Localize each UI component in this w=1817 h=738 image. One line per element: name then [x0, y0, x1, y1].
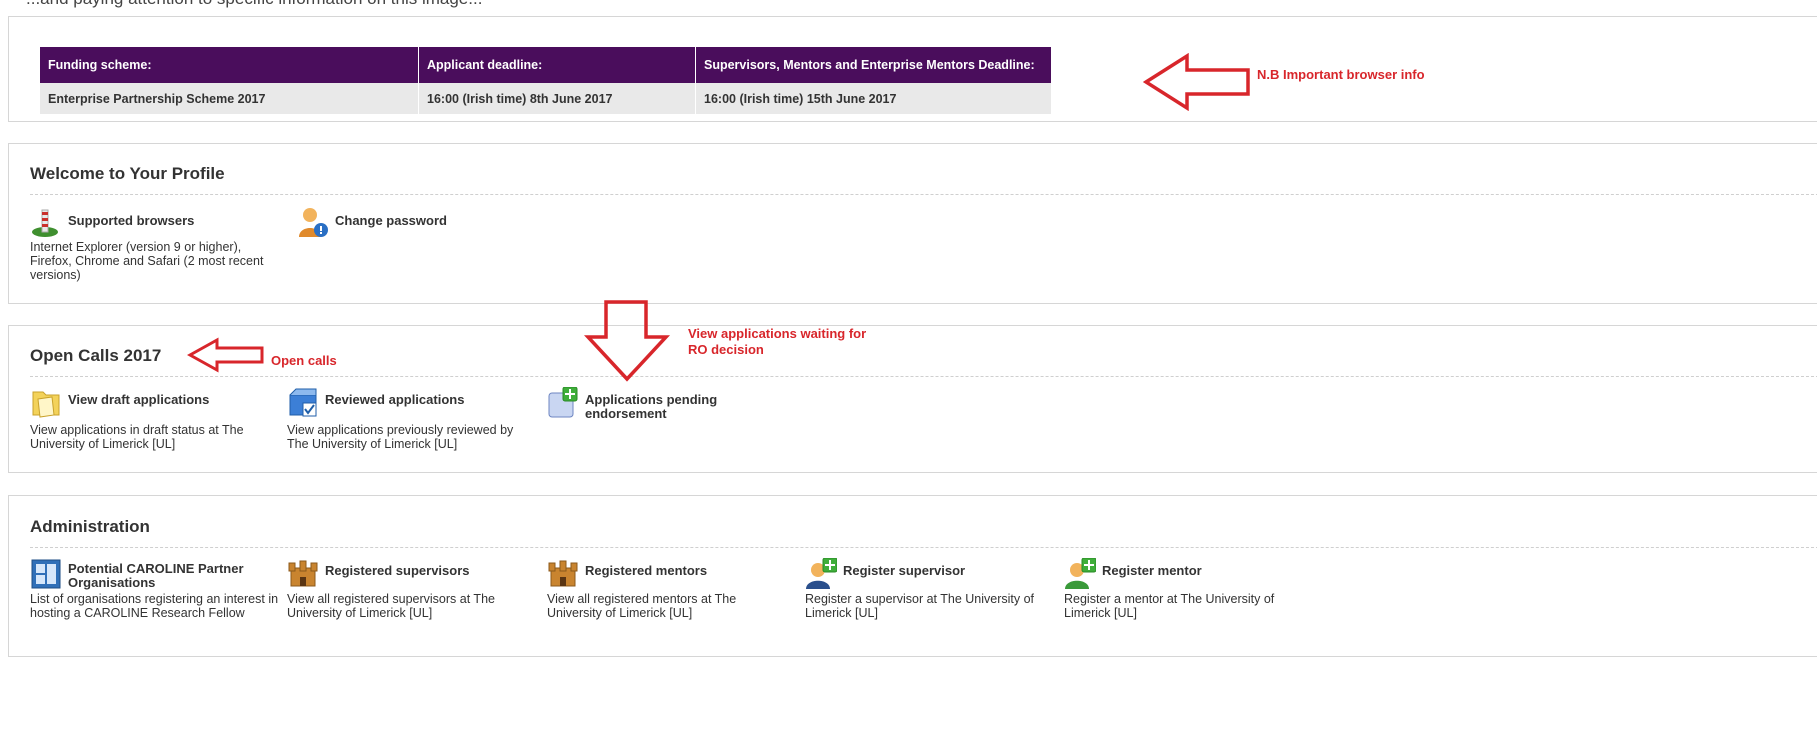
divider: [30, 194, 1817, 195]
cut-off-instruction-text: ...and paying attention to specific info…: [26, 0, 482, 9]
reviewed-applications-item[interactable]: Reviewed applications View applications …: [287, 387, 547, 457]
folder-icon: [32, 391, 60, 418]
institution-icon: [548, 560, 578, 587]
register-mentor-desc: Register a mentor at The University of L…: [1064, 592, 1275, 620]
view-draft-applications-item[interactable]: View draft applications View application…: [30, 387, 270, 457]
view-draft-applications-link[interactable]: View draft applications: [68, 393, 209, 407]
add-supervisor-icon: [806, 558, 837, 589]
funding-table-row: Enterprise Partnership Scheme 2017 16:00…: [40, 83, 1052, 114]
change-password-link[interactable]: Change password: [335, 214, 447, 228]
add-mentor-icon: [1065, 558, 1096, 589]
registered-mentors-item[interactable]: Registered mentors View all registered m…: [547, 558, 787, 638]
profile-title: Welcome to Your Profile: [30, 164, 225, 183]
pending-annotation: View applications waiting for RO decisio…: [688, 326, 867, 357]
supervisor-deadline-cell: 16:00 (Irish time) 15th June 2017: [695, 83, 1052, 114]
user-password-icon: [299, 208, 328, 237]
administration-panel: Administration Potential CAROLINE Partne…: [8, 495, 1817, 657]
funding-scheme-cell: Enterprise Partnership Scheme 2017: [40, 83, 419, 114]
applicant-deadline-header: Applicant deadline:: [418, 47, 696, 83]
supported-browsers-link[interactable]: Supported browsers: [68, 214, 194, 228]
change-password-item[interactable]: Change password: [297, 206, 517, 246]
registered-supervisors-link[interactable]: Registered supervisors: [325, 564, 470, 578]
registered-mentors-desc: View all registered mentors at The Unive…: [547, 592, 737, 620]
reviewed-applications-desc: View applications previously reviewed by…: [287, 423, 514, 451]
register-supervisor-link[interactable]: Register supervisor: [843, 564, 965, 578]
funding-scheme-header: Funding scheme:: [40, 47, 419, 83]
profile-panel: Welcome to Your Profile Supported browse…: [8, 143, 1817, 304]
supported-browsers-desc: Internet Explorer (version 9 or higher),…: [30, 240, 264, 282]
funding-table-header-row: Funding scheme: Applicant deadline: Supe…: [40, 47, 1052, 83]
institution-icon: [288, 560, 318, 587]
open-calls-panel: Open Calls 2017 Open calls View draft ap…: [8, 325, 1817, 473]
registered-mentors-link[interactable]: Registered mentors: [585, 564, 707, 578]
reviewed-box-icon: [289, 388, 317, 417]
add-document-icon: [548, 387, 578, 418]
view-draft-applications-desc: View applications in draft status at The…: [30, 423, 244, 451]
register-supervisor-item[interactable]: Register supervisor Register a superviso…: [805, 558, 1055, 638]
reviewed-applications-link[interactable]: Reviewed applications: [325, 393, 464, 407]
funding-panel: Funding scheme: Applicant deadline: Supe…: [8, 16, 1817, 122]
registered-supervisors-item[interactable]: Registered supervisors View all register…: [287, 558, 527, 638]
divider: [30, 547, 1817, 548]
organisation-icon: [31, 559, 61, 589]
register-mentor-item[interactable]: Register mentor Register a mentor at The…: [1064, 558, 1314, 638]
supervisor-deadline-header: Supervisors, Mentors and Enterprise Ment…: [695, 47, 1052, 83]
divider: [30, 376, 1817, 377]
register-supervisor-desc: Register a supervisor at The University …: [805, 592, 1035, 620]
registered-supervisors-desc: View all registered supervisors at The U…: [287, 592, 495, 620]
browser-info-annotation: N.B Important browser info: [1257, 67, 1425, 82]
administration-title: Administration: [30, 517, 150, 536]
left-arrow-annotation-icon: [1143, 53, 1250, 111]
register-mentor-link[interactable]: Register mentor: [1102, 564, 1202, 578]
open-calls-annotation: Open calls: [271, 353, 337, 368]
applicant-deadline-cell: 16:00 (Irish time) 8th June 2017: [418, 83, 696, 114]
potential-partners-link[interactable]: Potential CAROLINE Partner Organisations: [68, 562, 268, 590]
open-calls-title: Open Calls 2017: [30, 346, 162, 365]
applications-pending-link[interactable]: Applications pending endorsement: [585, 393, 725, 421]
applications-pending-item[interactable]: Applications pending endorsement: [547, 387, 747, 427]
funding-table: Funding scheme: Applicant deadline: Supe…: [40, 47, 1052, 114]
down-arrow-annotation-icon: [584, 300, 670, 382]
potential-partners-item[interactable]: Potential CAROLINE Partner Organisations…: [30, 558, 290, 638]
left-arrow-annotation-icon: [187, 337, 264, 373]
browsers-icon: [32, 209, 58, 237]
potential-partners-desc: List of organisations registering an int…: [30, 592, 279, 620]
supported-browsers-item[interactable]: Supported browsers Internet Explorer (ve…: [30, 206, 280, 296]
